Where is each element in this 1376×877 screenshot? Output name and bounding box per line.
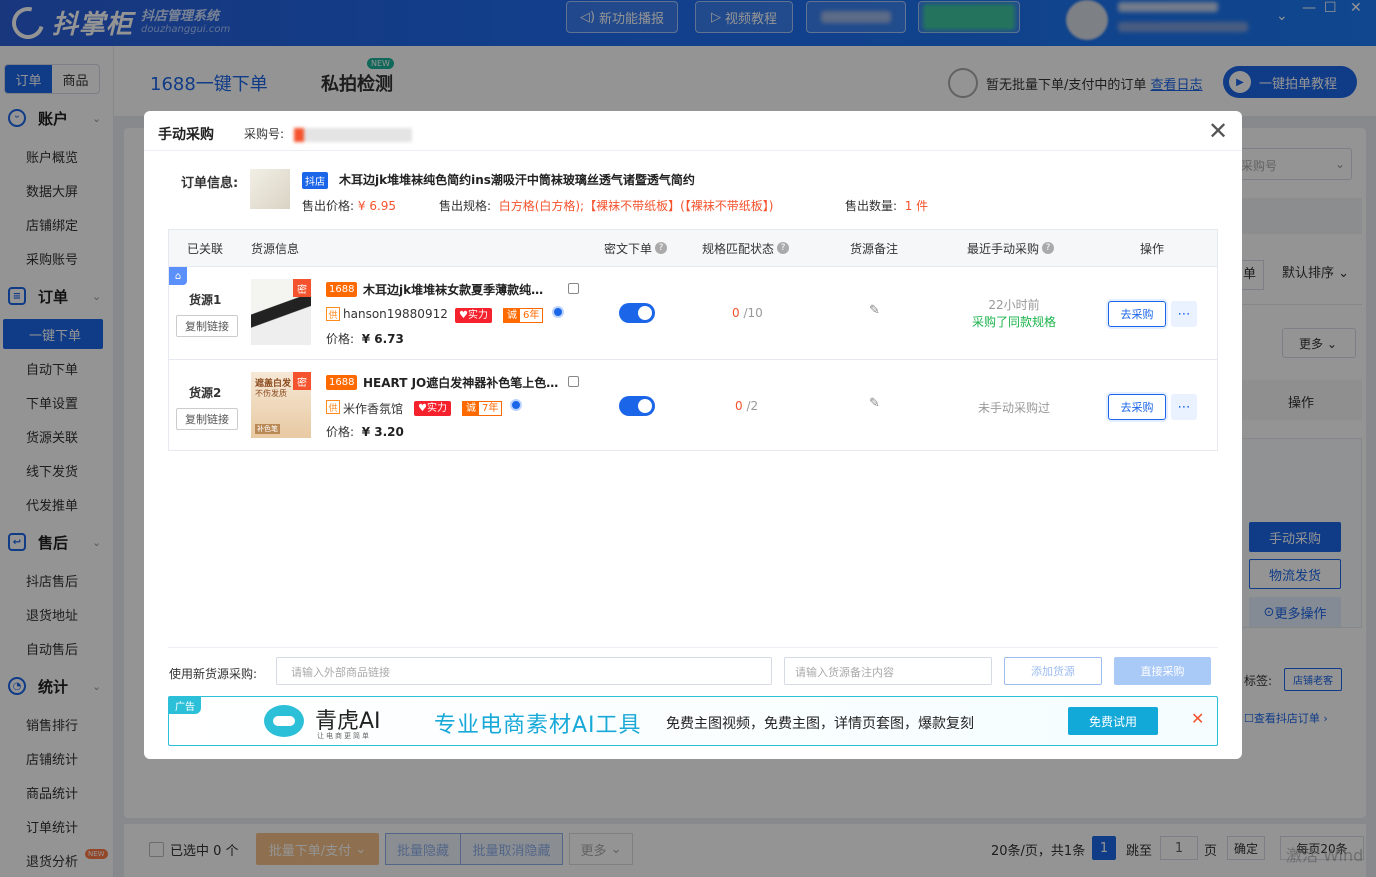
strength-badge: ♥实力 (414, 401, 451, 416)
source-thumbnail: 遮盖白发 不伤发质 补色笔 密 (251, 372, 311, 438)
ad-headline: 专业电商素材AI工具 (434, 713, 642, 738)
integrity-badge: 诚 6年 (503, 308, 544, 323)
recent-purchase: 未手动采购过 (977, 401, 1050, 415)
thumb-caption: 补色笔 (255, 424, 280, 434)
robot-logo-icon (264, 705, 304, 737)
ad-description: 免费主图视频，免费主图，详情页套图，爆款复刻 (666, 716, 974, 732)
go-purchase-button[interactable]: 去采购 (1108, 394, 1166, 420)
verified-icon (510, 399, 522, 411)
free-trial-button[interactable]: 免费试用 (1068, 707, 1158, 735)
source-product-name[interactable]: 木耳边jk堆堆袜女款夏季薄款纯… (363, 281, 543, 298)
more-icon[interactable]: ⋯ (1171, 394, 1197, 420)
shop-name: 米作香氛馆 (343, 402, 404, 416)
divider (168, 647, 1218, 648)
secret-tag: 密 (293, 279, 311, 297)
help-icon[interactable]: ? (1042, 242, 1055, 254)
source-thumbnail: 密 (251, 279, 311, 345)
manual-purchase-modal: 手动采购 采购号: ✕ 订单信息: 抖店 木耳边jk堆堆袜纯色简约ins潮吸汗中… (144, 111, 1242, 759)
heart-icon: ♥ (418, 403, 427, 414)
col-secret-order: 密文下单? (604, 230, 668, 266)
sell-price: 售出价格: ¥ 6.95 (302, 199, 397, 213)
col-source-info: 货源信息 (251, 241, 300, 256)
secret-order-toggle[interactable] (619, 396, 655, 416)
purchase-no: 采购号: (244, 125, 412, 142)
source-label: 货源1 (189, 293, 222, 307)
col-source-note: 货源备注 (850, 241, 899, 256)
recent-purchase: 22小时前 采购了同款规格 (971, 298, 1056, 329)
copy-link-button[interactable]: 复制链接 (176, 315, 238, 337)
go-purchase-button[interactable]: 去采购 (1108, 301, 1166, 327)
sell-qty: 售出数量: 1 件 (845, 199, 929, 213)
shop-icon: 供 (326, 307, 340, 321)
secret-order-toggle[interactable] (619, 303, 655, 323)
order-product-thumbnail (250, 169, 290, 209)
order-product-name: 木耳边jk堆堆袜纯色简约ins潮吸汗中筒袜玻璃丝透气诸暨透气简约 (339, 173, 695, 187)
purchase-no-value (293, 127, 412, 142)
modal-title: 手动采购 (158, 127, 214, 143)
source-price: 价格: ¥ 3.20 (326, 425, 404, 439)
external-link-input[interactable]: 请输入外部商品链接 (276, 657, 772, 685)
col-linked: 已关联 (187, 241, 224, 256)
edit-note-icon[interactable]: ✎ (869, 396, 880, 411)
source-table: 已关联 货源信息 密文下单? 规格匹配状态? 货源备注 最近手动采购? 操作 ⌂… (168, 229, 1218, 451)
copy-icon[interactable] (568, 376, 579, 387)
table-row: 货源2 复制链接 遮盖白发 不伤发质 补色笔 密 1688 HEART JO遮白… (169, 359, 1217, 452)
ad-brand-slogan: 让电商更简单 (317, 732, 371, 740)
copy-link-button[interactable]: 复制链接 (176, 408, 238, 430)
platform-1688-tag: 1688 (326, 282, 358, 297)
close-icon[interactable]: ✕ (1208, 117, 1228, 145)
order-info-label: 订单信息: (181, 176, 239, 191)
strength-badge: ♥实力 (455, 308, 492, 323)
edit-note-icon[interactable]: ✎ (869, 303, 880, 318)
shop-name: hanson19880912 (343, 307, 448, 321)
spec-match-status: 0 /10 (732, 306, 763, 320)
sell-spec: 售出规格: 白方格(白方格);【裸袜不带纸板】(【裸袜不带纸板】) (439, 199, 774, 213)
direct-purchase-button[interactable]: 直接采购 (1114, 657, 1211, 685)
secret-tag: 密 (293, 372, 311, 390)
copy-icon[interactable] (568, 283, 579, 294)
thumb-caption: 不伤发质 (255, 389, 287, 398)
platform-1688-tag: 1688 (326, 375, 358, 390)
divider (144, 150, 1242, 151)
source-price: 价格: ¥ 6.73 (326, 332, 404, 346)
close-ad-icon[interactable]: ✕ (1191, 709, 1204, 728)
add-source-button[interactable]: 添加货源 (1004, 657, 1102, 685)
spec-match-status: 0 /2 (735, 399, 759, 413)
ad-banner[interactable]: 广告 青虎AI 让电商更简单 专业电商素材AI工具 免费主图视频，免费主图，详情… (168, 696, 1218, 746)
help-icon[interactable]: ? (655, 242, 668, 254)
heart-icon: ♥ (459, 310, 468, 321)
source-label: 货源2 (189, 386, 222, 400)
ad-tag: 广告 (169, 697, 201, 714)
help-icon[interactable]: ? (777, 242, 790, 254)
source-product-name[interactable]: HEART JO遮白发神器补色笔上色… (363, 374, 558, 391)
integrity-badge: 诚 7年 (462, 401, 503, 416)
shop-icon: 供 (326, 400, 340, 414)
platform-tag: 抖店 (302, 172, 328, 189)
source-note-input[interactable]: 请输入货源备注内容 (784, 657, 992, 685)
more-icon[interactable]: ⋯ (1171, 301, 1197, 327)
col-recent-purchase: 最近手动采购? (967, 230, 1055, 266)
new-source-label: 使用新货源采购: (169, 667, 258, 681)
table-row: ⌂ 货源1 复制链接 密 1688 木耳边jk堆堆袜女款夏季薄款纯… 供 han… (169, 266, 1217, 359)
col-spec-match: 规格匹配状态? (702, 230, 790, 266)
linked-icon: ⌂ (169, 267, 187, 285)
col-operation: 操作 (1140, 241, 1165, 256)
verified-icon (552, 306, 564, 318)
